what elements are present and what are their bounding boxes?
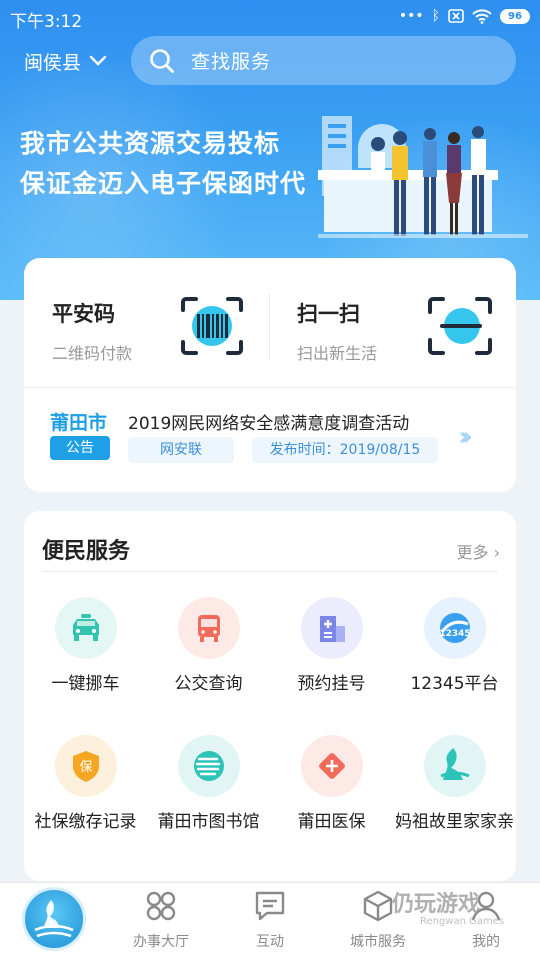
scan-icon (428, 297, 492, 355)
quick-actions-card: 平安码 二维码付款 扫一扫 扫出新生活 莆田市 公告 2019网民网络安全感满意… (24, 258, 516, 492)
mazu-icon (423, 735, 486, 797)
announcement-row[interactable]: 莆田市 公告 2019网民网络安全感满意度调查活动 网安联 发布时间：2019/… (24, 388, 516, 492)
service-social-security[interactable]: 保 社保缴存记录 (24, 735, 147, 833)
chevron-right-icon: ››› (458, 422, 473, 452)
nav-service-hall[interactable]: 办事大厅 (121, 889, 201, 951)
city-label: 闽侯县 (24, 51, 82, 74)
cube-icon (363, 890, 393, 922)
quick-action-title: 扫一扫 (297, 302, 360, 326)
car-icon (54, 597, 117, 659)
header-banner: 下午3:12 ••• ᛒ 96 闽侯县 查找服务 我市公共资源交易投标 保证金迈… (0, 0, 540, 300)
sim-icon (448, 9, 464, 23)
service-label: 预约挂号 (297, 674, 366, 694)
home-logo-button[interactable] (22, 887, 86, 951)
status-bar: 下午3:12 ••• ᛒ 96 (0, 0, 540, 36)
hotline-icon: 12345 (423, 597, 486, 659)
announcement-title: 2019网民网络安全感满意度调查活动 (128, 414, 410, 434)
shield-icon: 保 (54, 735, 117, 797)
bluetooth-icon: ᛒ (431, 8, 440, 24)
search-icon (150, 48, 174, 73)
medical-icon (300, 735, 363, 797)
banner-headline[interactable]: 我市公共资源交易投标 保证金迈入电子保函时代 (20, 124, 306, 204)
putian-city-logo: 莆田市 (50, 412, 108, 434)
service-library[interactable]: 莆田市图书馆 (147, 735, 270, 833)
search-bar[interactable]: 查找服务 (131, 36, 516, 85)
service-label: 12345平台 (410, 674, 499, 694)
bus-icon (177, 597, 240, 659)
service-label: 一键挪车 (51, 674, 120, 694)
service-bus-query[interactable]: 公交查询 (147, 597, 270, 695)
banner-line-2: 保证金迈入电子保函时代 (20, 169, 307, 198)
banner-line-1: 我市公共资源交易投标 (20, 129, 281, 158)
battery-icon: 96 (500, 8, 530, 24)
section-divider (42, 571, 498, 572)
notification-dots-icon: ••• (398, 8, 424, 24)
service-move-car[interactable]: 一键挪车 (24, 597, 147, 695)
more-link[interactable]: 更多 › (457, 539, 501, 563)
nav-label: 我的 (472, 934, 500, 950)
service-label: 妈祖故里家家亲 (395, 812, 514, 832)
service-label: 莆田医保 (297, 812, 366, 832)
quick-action-title: 平安码 (52, 302, 115, 326)
svg-text:保: 保 (79, 760, 92, 775)
service-label: 社保缴存记录 (34, 812, 137, 832)
hospital-icon (300, 597, 363, 659)
service-appointment[interactable]: 预约挂号 (270, 597, 393, 695)
service-label: 公交查询 (174, 674, 243, 694)
search-placeholder: 查找服务 (191, 51, 272, 73)
chat-icon (255, 891, 285, 921)
grid-icon (146, 891, 176, 921)
safety-code-button[interactable]: 平安码 二维码付款 (24, 258, 269, 388)
watermark-logo: 仍玩游戏 (392, 892, 481, 917)
nav-label: 城市服务 (350, 934, 406, 950)
status-time: 下午3:12 (10, 12, 83, 32)
scan-button[interactable]: 扫一扫 扫出新生活 (269, 258, 516, 388)
nav-label: 办事大厅 (133, 934, 189, 950)
announcement-tag: 公告 (50, 436, 110, 460)
announcement-source: 网安联 (128, 437, 234, 463)
more-label: 更多 (456, 543, 489, 562)
service-counter-illustration (318, 116, 528, 238)
nav-label: 互动 (256, 934, 284, 950)
home-emblem-icon (34, 900, 74, 938)
library-icon (177, 735, 240, 797)
watermark-subtitle: Rengwan Games (420, 916, 505, 927)
convenience-services-card: 便民服务 更多 › 一键挪车 公交查询 预约挂号 12345 12345平台 保… (24, 511, 516, 881)
announcement-date: 发布时间：2019/08/15 (252, 437, 438, 463)
quick-action-subtitle: 扫出新生活 (297, 344, 378, 363)
city-selector[interactable]: 闽侯县 (24, 46, 107, 76)
service-medical-insurance[interactable]: 莆田医保 (270, 735, 393, 833)
section-title: 便民服务 (42, 539, 131, 564)
service-label: 莆田市图书馆 (157, 812, 260, 832)
quick-action-subtitle: 二维码付款 (52, 344, 133, 363)
barcode-icon (181, 297, 243, 355)
service-mazu-hometown[interactable]: 妈祖故里家家亲 (393, 735, 516, 833)
service-12345[interactable]: 12345 12345平台 (393, 597, 516, 695)
wifi-icon (472, 8, 492, 24)
svg-text:12345: 12345 (439, 629, 470, 639)
chevron-down-icon (89, 55, 107, 66)
nav-interaction[interactable]: 互动 (230, 889, 310, 951)
